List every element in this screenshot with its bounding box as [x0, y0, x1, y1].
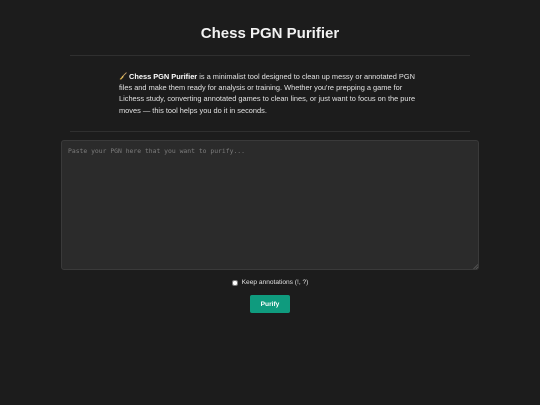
keep-annotations-checkbox[interactable]: [231, 279, 238, 286]
broom-icon: [119, 72, 127, 80]
divider-top: [70, 55, 470, 56]
pgn-input[interactable]: [61, 140, 479, 270]
intro-brand: Chess PGN Purifier: [129, 72, 198, 81]
divider-bottom: [70, 131, 470, 132]
keep-annotations-option[interactable]: Keep annotations (!, ?): [0, 279, 540, 286]
page: Chess PGN Purifier Chess PGN Purifier is…: [0, 0, 540, 405]
intro-paragraph: Chess PGN Purifier is a minimalist tool …: [119, 71, 419, 116]
purify-button[interactable]: Purify: [250, 295, 290, 313]
page-title: Chess PGN Purifier: [200, 25, 340, 42]
keep-annotations-label: Keep annotations (!, ?): [241, 279, 309, 286]
resize-grip-icon[interactable]: [473, 264, 478, 269]
